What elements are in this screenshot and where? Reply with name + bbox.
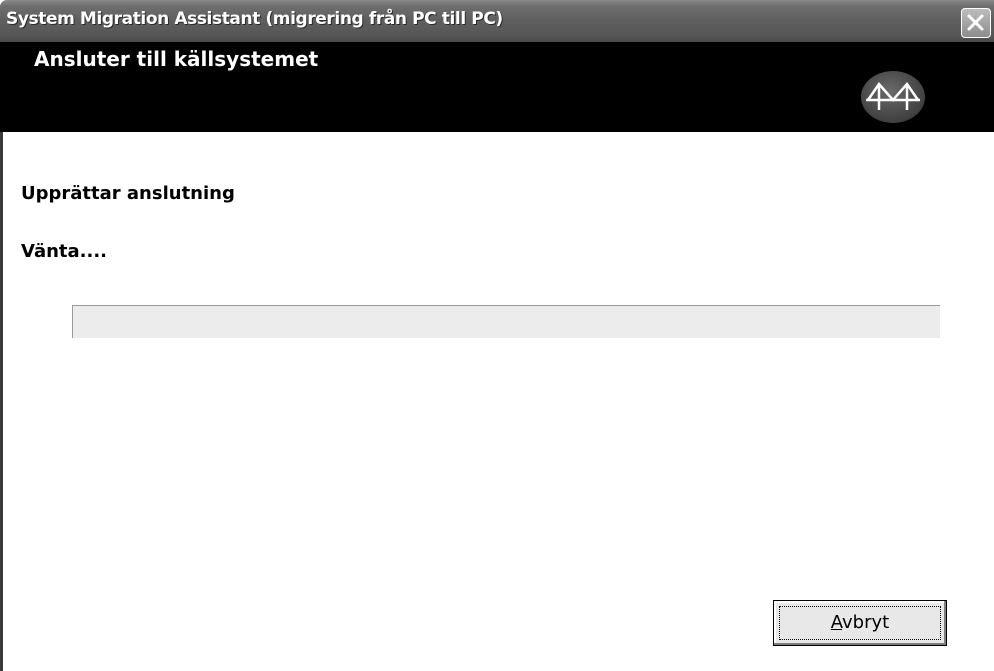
window-left-border (0, 132, 3, 671)
cancel-button-label-rest: vbryt (842, 612, 890, 633)
progress-bar (72, 305, 940, 338)
cancel-button-label: Avbryt (774, 612, 946, 633)
close-icon (967, 14, 984, 31)
window-title: System Migration Assistant (migrering fr… (6, 9, 503, 29)
cancel-button[interactable]: Avbryt (773, 600, 947, 646)
status-title: Upprättar anslutning (21, 183, 235, 204)
status-message: Vänta.... (21, 241, 108, 262)
bridge-logo-icon (861, 71, 925, 123)
close-button[interactable] (961, 8, 991, 38)
title-bar[interactable]: System Migration Assistant (migrering fr… (0, 0, 994, 42)
cancel-button-mnemonic: A (830, 612, 843, 633)
header-title: Ansluter till källsystemet (34, 47, 319, 71)
migration-assistant-window: System Migration Assistant (migrering fr… (0, 0, 994, 671)
